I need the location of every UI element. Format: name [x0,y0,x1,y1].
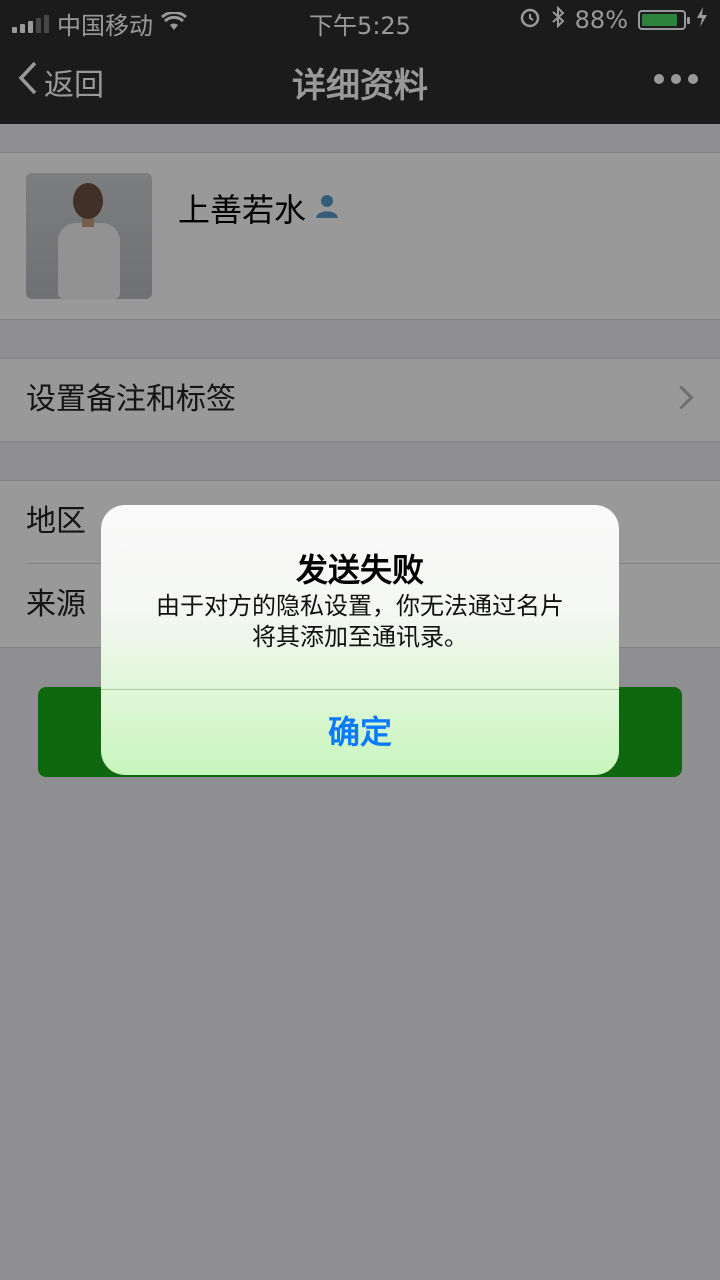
dialog-message: 由于对方的隐私设置，你无法通过名片 将其添加至通讯录。 [121,591,599,653]
alert-dialog: 发送失败 由于对方的隐私设置，你无法通过名片 将其添加至通讯录。 确定 [101,505,619,775]
dialog-message-line: 将其添加至通讯录。 [252,623,468,651]
dialog-title: 发送失败 [295,551,424,589]
dialog-ok-button[interactable]: 确定 [101,689,619,775]
dialog-message-line: 由于对方的隐私设置，你无法通过名片 [156,592,564,620]
